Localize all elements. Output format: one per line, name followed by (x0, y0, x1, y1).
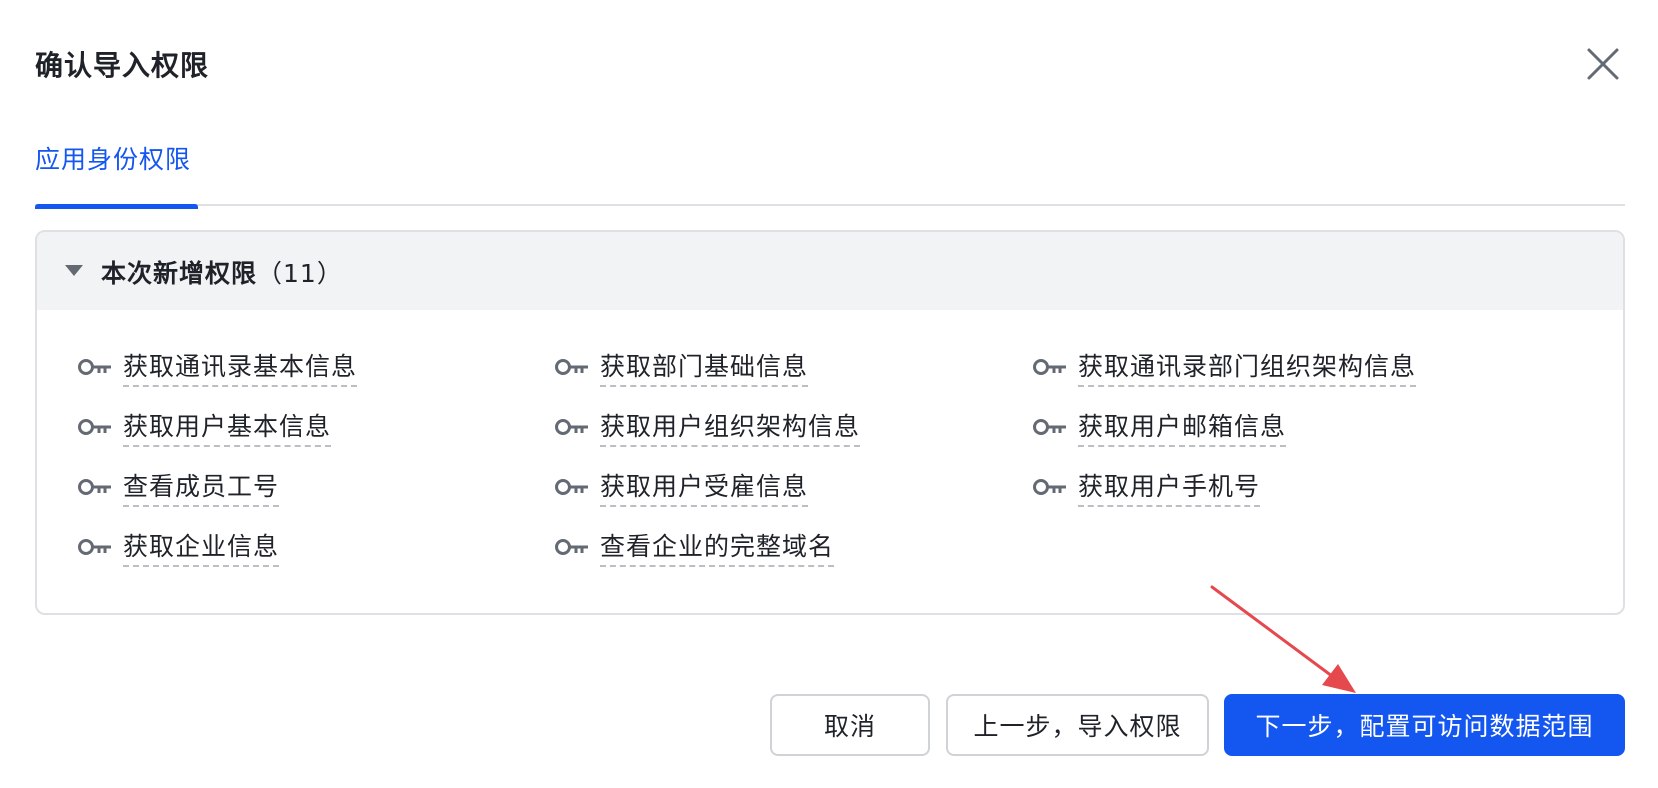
permission-label[interactable]: 获取用户受雇信息 (600, 467, 809, 507)
permission-item: 获取用户受雇信息 (554, 467, 809, 507)
permission-item: 获取通讯录基本信息 (77, 347, 358, 387)
new-permissions-panel: 本次新增权限（11） 获取通讯录基本信息 获取部门基础信息 获取通讯录部门组织架… (35, 230, 1625, 615)
panel-title: 本次新增权限（11） (101, 254, 343, 290)
key-icon (78, 359, 111, 375)
permission-item: 获取用户邮箱信息 (1032, 407, 1287, 447)
key-icon (78, 539, 111, 555)
key-icon (555, 359, 588, 375)
permission-item: 查看成员工号 (77, 467, 280, 507)
permission-list: 获取通讯录基本信息 获取部门基础信息 获取通讯录部门组织架构信息 获取用户基本信… (37, 310, 1623, 613)
key-icon (555, 539, 588, 555)
key-icon (1033, 419, 1066, 435)
key-icon (555, 479, 588, 495)
previous-step-button[interactable]: 上一步，导入权限 (946, 694, 1209, 756)
close-icon (1587, 48, 1619, 80)
panel-title-text: 本次新增权限 (101, 259, 258, 288)
permission-item: 获取企业信息 (77, 527, 280, 567)
permission-item: 查看企业的完整域名 (554, 527, 835, 567)
permission-item: 获取用户手机号 (1032, 467, 1261, 507)
permission-item: 获取用户组织架构信息 (554, 407, 861, 447)
permission-label[interactable]: 获取部门基础信息 (600, 347, 809, 387)
next-step-button[interactable]: 下一步，配置可访问数据范围 (1224, 694, 1625, 756)
active-tab-indicator (35, 204, 198, 209)
dialog-title: 确认导入权限 (35, 49, 210, 82)
permission-item: 获取部门基础信息 (554, 347, 809, 387)
import-permissions-dialog: 确认导入权限 应用身份权限 本次新增权限（11） 获取通讯录基本信息 获取部门基… (0, 0, 1658, 788)
panel-header-toggle[interactable]: 本次新增权限（11） (37, 232, 1623, 310)
permission-label[interactable]: 查看企业的完整域名 (600, 527, 835, 567)
tab-label: 应用身份权限 (35, 145, 192, 174)
permission-count: （11） (257, 259, 343, 288)
cancel-button[interactable]: 取消 (770, 694, 930, 756)
key-icon (78, 479, 111, 495)
permission-label[interactable]: 获取用户基本信息 (123, 407, 332, 447)
permission-label[interactable]: 查看成员工号 (123, 467, 280, 507)
permission-label[interactable]: 获取通讯录部门组织架构信息 (1078, 347, 1417, 387)
permission-label[interactable]: 获取企业信息 (123, 527, 280, 567)
permission-label[interactable]: 获取用户邮箱信息 (1078, 407, 1287, 447)
key-icon (555, 419, 588, 435)
permission-label[interactable]: 获取用户组织架构信息 (600, 407, 861, 447)
caret-down-icon (65, 265, 83, 276)
permission-item: 获取通讯录部门组织架构信息 (1032, 347, 1417, 387)
key-icon (1033, 359, 1066, 375)
tab-app-identity-permissions[interactable]: 应用身份权限 (35, 140, 198, 209)
key-icon (1033, 479, 1066, 495)
tab-bar: 应用身份权限 (35, 140, 1625, 209)
permission-label[interactable]: 获取通讯录基本信息 (123, 347, 358, 387)
permission-item: 获取用户基本信息 (77, 407, 332, 447)
permission-label[interactable]: 获取用户手机号 (1078, 467, 1261, 507)
close-button[interactable] (1585, 46, 1621, 82)
key-icon (78, 419, 111, 435)
